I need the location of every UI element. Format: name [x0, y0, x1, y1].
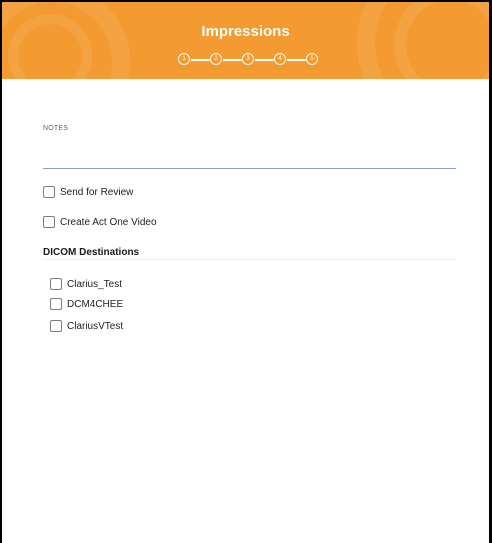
page-title: Impressions	[201, 23, 290, 40]
notes-label: NOTES	[43, 125, 69, 132]
destination-label: ClariusVTest	[67, 320, 124, 332]
destination-label: DCM4CHEE	[67, 298, 124, 310]
dicom-destinations-heading: DICOM Destinations	[43, 247, 140, 258]
step-connector	[191, 58, 210, 61]
header-banner: Impressions 1 2 3 4 5	[2, 2, 489, 79]
send-for-review-label: Send for Review	[60, 186, 134, 198]
create-act-one-video-label: Create Act One Video	[60, 216, 157, 228]
step-3[interactable]: 3	[242, 53, 254, 65]
destination-item[interactable]: Clarius_Test	[50, 278, 122, 290]
step-5[interactable]: 5	[306, 53, 318, 65]
impressions-screen: Impressions 1 2 3 4 5 NOTES Send for Rev…	[2, 2, 489, 543]
dcm4chee-checkbox[interactable]	[50, 298, 62, 310]
destination-label: Clarius_Test	[67, 278, 123, 290]
progress-stepper: 1 2 3 4 5	[178, 53, 328, 67]
create-act-one-video-checkbox[interactable]	[43, 216, 55, 228]
step-1[interactable]: 1	[178, 53, 190, 65]
clarius-test-checkbox[interactable]	[50, 278, 62, 290]
step-2[interactable]: 2	[210, 53, 222, 65]
step-connector	[287, 58, 306, 61]
destination-item[interactable]: DCM4CHEE	[50, 298, 123, 310]
send-for-review-checkbox[interactable]	[43, 186, 55, 198]
step-connector	[255, 58, 274, 61]
clariusvtest-checkbox[interactable]	[50, 320, 62, 332]
send-for-review-option[interactable]: Send for Review	[43, 186, 133, 198]
step-4[interactable]: 4	[274, 53, 286, 65]
notes-input[interactable]	[43, 140, 456, 169]
destination-item[interactable]: ClariusVTest	[50, 320, 123, 332]
create-act-one-video-option[interactable]: Create Act One Video	[43, 216, 157, 228]
step-connector	[223, 58, 242, 61]
decorative-arc	[394, 2, 489, 79]
section-divider	[43, 259, 456, 260]
